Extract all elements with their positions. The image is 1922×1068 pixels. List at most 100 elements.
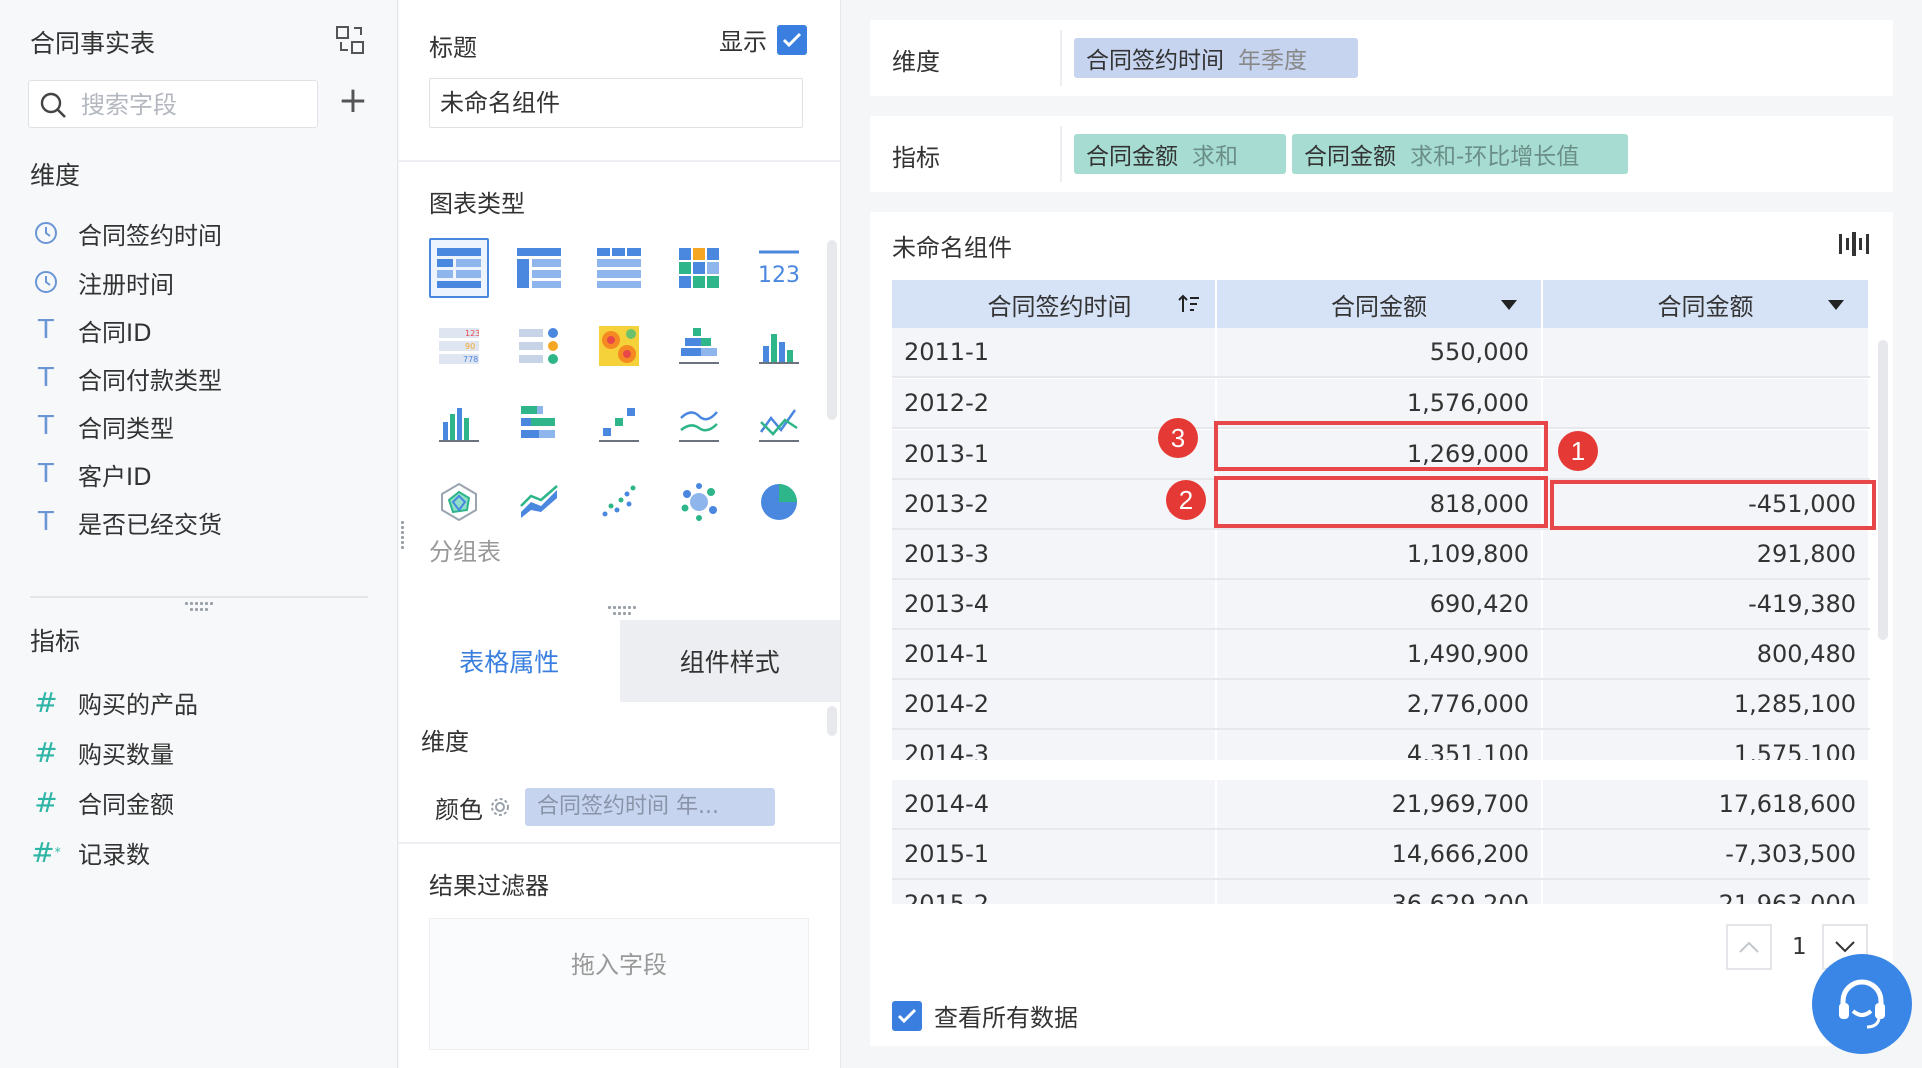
section-divider xyxy=(30,596,368,598)
dimension-chip[interactable]: 合同签约时间 年季度 xyxy=(1074,38,1358,78)
view-all-label: 查看所有数据 xyxy=(934,1004,1078,1032)
field-item[interactable]: T 是否已经交货 xyxy=(30,502,222,542)
metric-chip[interactable]: 合同金额 求和-环比增长值 xyxy=(1292,134,1628,174)
color-field-chip[interactable]: 合同签约时间 年... xyxy=(525,788,775,826)
table-row: 2014-1 1,490,900 800,480 xyxy=(892,630,1870,680)
chart-type-scatter-step[interactable] xyxy=(589,394,649,454)
add-field-button[interactable]: + xyxy=(336,83,370,120)
chart-type-heatmap[interactable] xyxy=(589,316,649,376)
chart-type-line-chart[interactable] xyxy=(749,394,809,454)
cell-growth: 1,575,100 xyxy=(1543,730,1870,760)
svg-text:778: 778 xyxy=(463,355,478,364)
dropdown-caret-icon[interactable] xyxy=(1828,300,1844,310)
table-row: 2014-2 2,776,000 1,285,100 xyxy=(892,680,1870,730)
table-scrollbar[interactable] xyxy=(1878,340,1888,640)
header-amount-growth[interactable]: 合同金额 xyxy=(1543,280,1870,328)
chart-type-bar-chart[interactable] xyxy=(749,316,809,376)
component-name-input[interactable]: 未命名组件 xyxy=(429,78,803,128)
check-icon xyxy=(782,32,802,47)
chart-type-area-chart[interactable] xyxy=(509,472,569,532)
cell-date: 2015-1 xyxy=(892,830,1217,878)
hash-star-icon: # * xyxy=(31,835,61,869)
headset-icon xyxy=(1839,979,1885,1029)
chart-type-cross-table[interactable] xyxy=(509,238,569,298)
chart-type-bubble[interactable] xyxy=(669,472,729,532)
view-all-data-toggle[interactable]: 查看所有数据 xyxy=(892,998,1078,1033)
chart-type-grouped-table[interactable] xyxy=(429,238,489,298)
line-chart-icon xyxy=(759,409,799,442)
chart-type-pie-chart[interactable] xyxy=(749,472,809,532)
scatter-icon xyxy=(602,485,636,517)
chart-type-radar[interactable] xyxy=(429,472,489,532)
chevron-up-icon xyxy=(1739,941,1759,953)
multi-bar-icon xyxy=(679,328,719,364)
text-icon: T xyxy=(38,363,54,393)
table-settings-icon[interactable] xyxy=(1837,230,1871,258)
property-tabs: 表格属性 组件样式 xyxy=(399,620,840,702)
tab-component-style[interactable]: 组件样式 xyxy=(619,620,840,702)
chart-type-scrollbar[interactable] xyxy=(827,240,837,420)
kpi-number-icon: 123 xyxy=(758,250,800,288)
chart-type-kpi-card[interactable]: 123 xyxy=(749,238,809,298)
field-item[interactable]: T 客户ID xyxy=(30,454,152,494)
cell-date: 2013-3 xyxy=(892,530,1217,578)
field-item[interactable]: 注册时间 xyxy=(30,262,174,302)
chart-type-kpi-table[interactable]: 123 90 778 xyxy=(429,316,489,376)
chart-type-line-area[interactable] xyxy=(669,394,729,454)
chart-type-multi-bar[interactable] xyxy=(669,316,729,376)
field-search xyxy=(28,80,318,128)
chart-type-column-chart[interactable] xyxy=(429,394,489,454)
resize-handle[interactable] xyxy=(401,520,411,550)
cell-growth xyxy=(1543,379,1870,427)
field-item[interactable]: # 购买的产品 xyxy=(30,682,198,722)
table-row: 2014-4 21,969,700 17,618,600 xyxy=(892,780,1870,830)
chip-aggregation: 求和-环比增长值 xyxy=(1410,144,1580,170)
view-all-checkbox[interactable] xyxy=(892,1000,922,1031)
chart-type-indicator-list[interactable] xyxy=(509,316,569,376)
customer-support-button[interactable] xyxy=(1812,954,1912,1054)
cell-amount: 21,969,700 xyxy=(1217,780,1543,828)
area-chart-icon xyxy=(520,485,558,518)
field-item[interactable]: T 合同类型 xyxy=(30,406,174,446)
field-item[interactable]: # 合同金额 xyxy=(30,782,174,822)
dimension-bar: 维度 合同签约时间 年季度 xyxy=(870,20,1893,96)
cell-growth: -419,380 xyxy=(1543,580,1870,628)
prev-page-button[interactable] xyxy=(1726,924,1772,970)
resize-handle[interactable] xyxy=(184,602,214,612)
header-date[interactable]: 合同签约时间 xyxy=(892,280,1217,328)
chart-type-detail-table[interactable] xyxy=(589,238,649,298)
field-label: 合同金额 xyxy=(78,790,174,819)
color-label: 颜色 xyxy=(435,795,483,824)
radar-icon xyxy=(441,482,477,522)
cell-growth xyxy=(1543,328,1870,376)
field-item[interactable]: T 合同付款类型 xyxy=(30,358,222,398)
tab-table-properties[interactable]: 表格属性 xyxy=(399,620,620,702)
bubble-icon xyxy=(681,483,717,521)
field-item[interactable]: # 购买数量 xyxy=(30,732,174,772)
filter-drop-zone[interactable]: 拖入字段 xyxy=(429,918,809,1050)
gear-icon[interactable] xyxy=(489,796,511,818)
switch-dataset-icon[interactable] xyxy=(334,24,366,56)
properties-scrollbar[interactable] xyxy=(827,706,837,736)
field-label: 购买的产品 xyxy=(78,690,198,719)
show-title-checkbox[interactable] xyxy=(777,24,807,55)
field-item[interactable]: T 合同ID xyxy=(30,310,152,350)
hash-icon: # xyxy=(34,785,58,819)
chart-type-stacked-bar[interactable] xyxy=(509,394,569,454)
sort-asc-icon[interactable] xyxy=(1177,292,1201,316)
dimension-section-label: 维度 xyxy=(30,161,81,190)
dimension-bar-label: 维度 xyxy=(892,48,940,76)
field-item[interactable]: 合同签约时间 xyxy=(30,213,222,253)
chart-type-color-table[interactable] xyxy=(669,238,729,298)
search-input[interactable] xyxy=(81,89,311,121)
header-amount[interactable]: 合同金额 xyxy=(1217,280,1543,328)
field-item[interactable]: # * 记录数 xyxy=(30,832,150,872)
chart-type-scatter-plot[interactable] xyxy=(589,472,649,532)
chevron-down-icon xyxy=(1835,941,1855,953)
clock-icon xyxy=(30,217,62,249)
metric-chip[interactable]: 合同金额 求和 xyxy=(1074,134,1286,174)
resize-handle[interactable] xyxy=(607,606,637,616)
dropdown-caret-icon[interactable] xyxy=(1501,300,1517,310)
field-label: 记录数 xyxy=(78,840,150,869)
show-title-toggle[interactable]: 显示 xyxy=(719,22,807,57)
